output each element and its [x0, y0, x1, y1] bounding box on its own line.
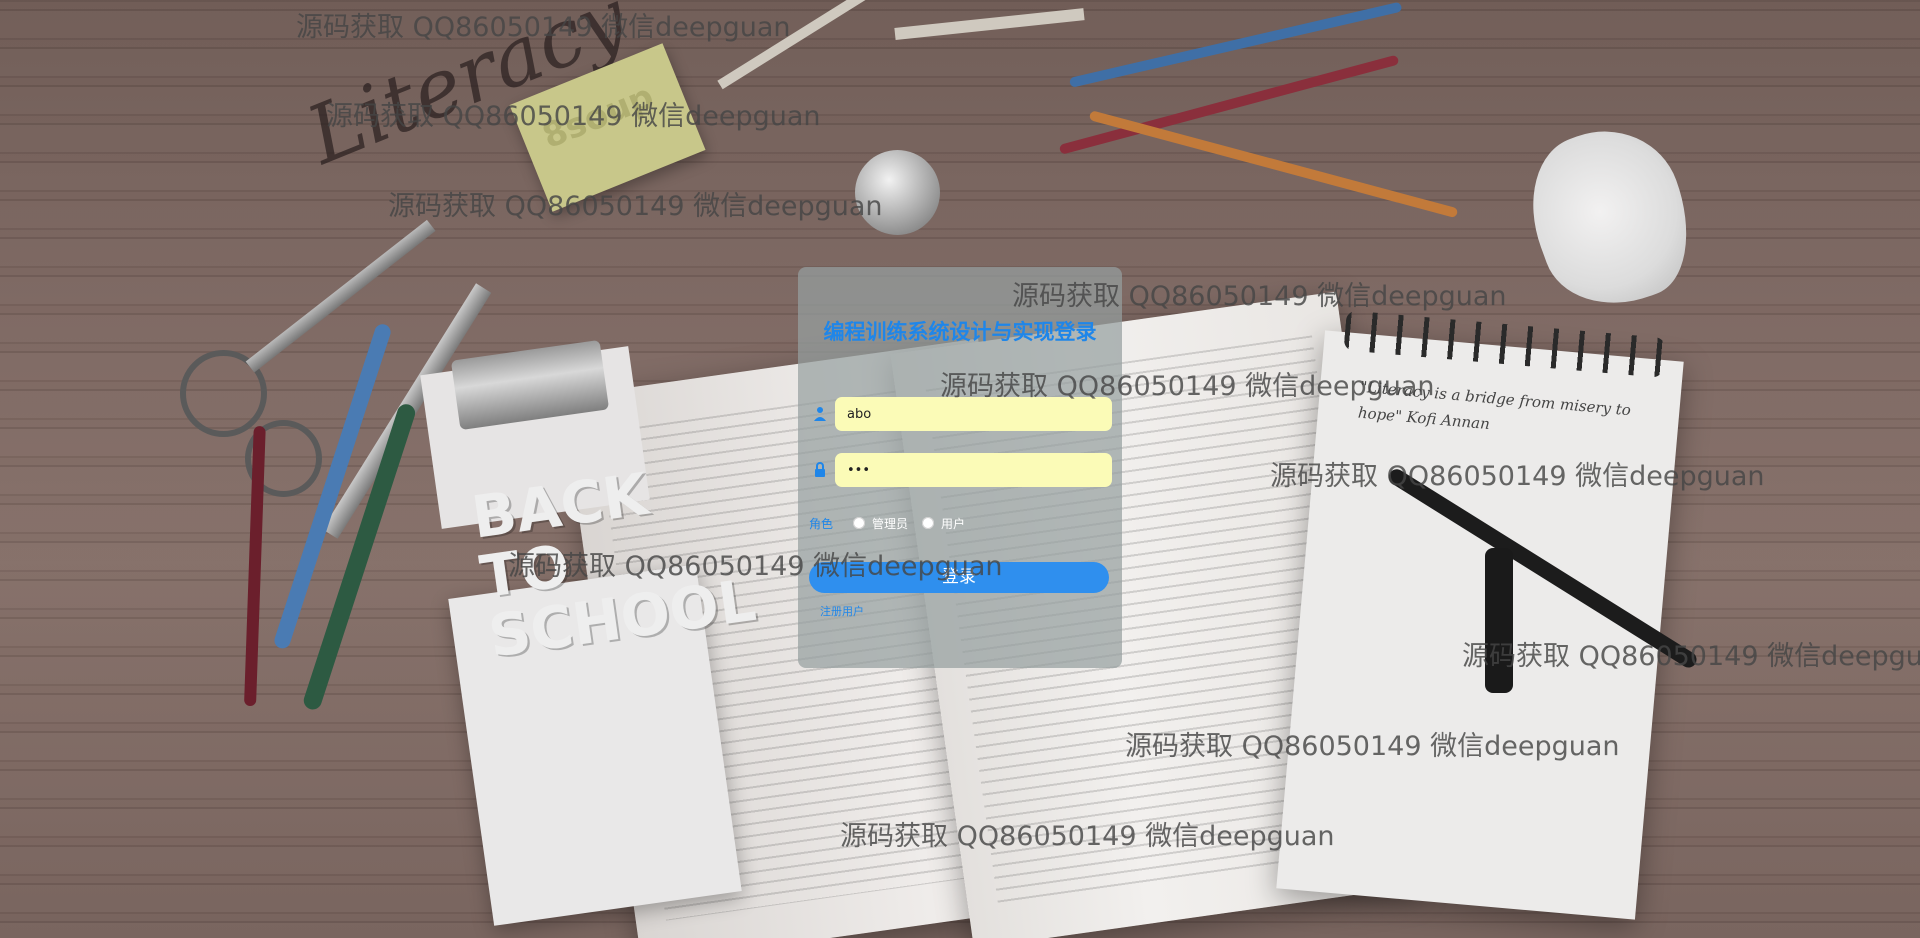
pencil-decoration	[1088, 110, 1459, 219]
login-title: 编程训练系统设计与实现登录	[823, 320, 1097, 344]
crumpled-paper-decoration	[1509, 109, 1711, 326]
paintbrush-decoration	[894, 8, 1085, 40]
password-input[interactable]	[835, 453, 1112, 487]
paintbrush-decoration	[717, 0, 901, 90]
lock-icon	[812, 460, 828, 480]
pen-cap-decoration	[1485, 548, 1513, 693]
role-option-label: 用户	[941, 516, 966, 531]
role-option-user[interactable]: 用户	[922, 515, 965, 532]
role-option-admin[interactable]: 管理员	[853, 515, 908, 532]
radio-button[interactable]	[922, 517, 935, 529]
user-icon	[812, 404, 828, 424]
scissors-blade-decoration	[245, 219, 436, 373]
password-row	[812, 453, 1112, 487]
notepad-quote: "Literacy is a bridge from misery to hop…	[1357, 377, 1632, 434]
login-panel: 编程训练系统设计与实现登录 角色 管理员	[798, 267, 1122, 668]
notepad-rings	[1343, 310, 1666, 378]
role-selector: 角色 管理员 用户	[809, 512, 1109, 534]
role-label: 角色	[809, 516, 834, 531]
sticky-note-text: 8soup	[537, 76, 660, 157]
sharpener-decoration	[855, 150, 940, 235]
register-link[interactable]: 注册用户	[820, 603, 864, 619]
username-row	[812, 397, 1112, 431]
username-input[interactable]	[835, 397, 1112, 431]
radio-button[interactable]	[853, 517, 866, 529]
back-to-school-text: BACK TO SCHOOL	[467, 459, 760, 671]
watermark-text: 源码获取 QQ86050149 微信deepguan	[388, 191, 883, 222]
login-page-background: Literacy 8soup "Literacy is a bridge fro…	[0, 0, 1920, 938]
role-option-label: 管理员	[872, 516, 909, 531]
login-button[interactable]: 登录	[809, 562, 1109, 593]
